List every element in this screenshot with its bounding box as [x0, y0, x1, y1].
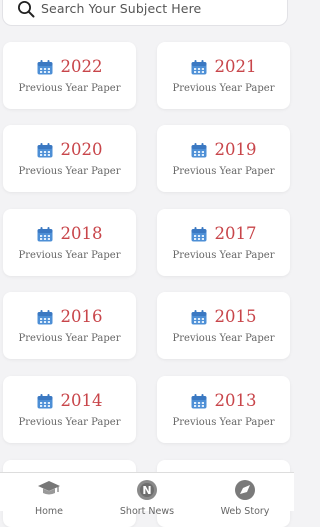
nav-home[interactable]: Home: [0, 473, 98, 517]
paper-card-2014[interactable]: 2014 Previous Year Paper: [3, 376, 136, 443]
card-year: 2019: [214, 140, 257, 159]
search-bar[interactable]: Search Your Subject Here: [2, 0, 288, 26]
bottom-nav: Home N Short News Web Story: [0, 472, 294, 517]
card-year: 2014: [60, 391, 103, 410]
nav-web-story[interactable]: Web Story: [196, 473, 294, 517]
nav-label-web-story: Web Story: [220, 506, 270, 517]
card-year: 2022: [60, 57, 103, 76]
calendar-icon: [191, 142, 206, 157]
nav-label-short-news: Short News: [119, 506, 175, 517]
card-subtitle: Previous Year Paper: [18, 417, 121, 428]
card-subtitle: Previous Year Paper: [172, 417, 275, 428]
card-subtitle: Previous Year Paper: [172, 166, 275, 177]
calendar-icon: [191, 309, 206, 324]
svg-text:N: N: [142, 484, 151, 497]
calendar-icon: [37, 59, 52, 74]
card-subtitle: Previous Year Paper: [18, 333, 121, 344]
card-subtitle: Previous Year Paper: [172, 333, 275, 344]
card-subtitle: Previous Year Paper: [18, 166, 121, 177]
news-icon: N: [137, 480, 157, 500]
paper-card-2015[interactable]: 2015 Previous Year Paper: [157, 292, 290, 359]
calendar-icon: [37, 142, 52, 157]
paper-card-2021[interactable]: 2021 Previous Year Paper: [157, 42, 290, 109]
paper-card-2013[interactable]: 2013 Previous Year Paper: [157, 376, 290, 443]
paper-card-2017[interactable]: 2017 Previous Year Paper: [157, 209, 290, 276]
calendar-icon: [37, 226, 52, 241]
card-year: 2020: [60, 140, 103, 159]
graduation-cap-icon: [38, 481, 60, 495]
papers-grid: 2022 Previous Year Paper 2021 Previous Y…: [0, 0, 294, 527]
paper-card-2022[interactable]: 2022 Previous Year Paper: [3, 42, 136, 109]
paper-card-2016[interactable]: 2016 Previous Year Paper: [3, 292, 136, 359]
search-placeholder: Search Your Subject Here: [41, 1, 202, 16]
calendar-icon: [191, 59, 206, 74]
card-year: 2016: [60, 307, 103, 326]
paper-card-2020[interactable]: 2020 Previous Year Paper: [3, 125, 136, 192]
calendar-icon: [37, 309, 52, 324]
nav-short-news[interactable]: N Short News: [98, 473, 196, 517]
card-subtitle: Previous Year Paper: [172, 250, 275, 261]
card-subtitle: Previous Year Paper: [18, 250, 121, 261]
paper-card-2019[interactable]: 2019 Previous Year Paper: [157, 125, 290, 192]
compass-icon: [235, 480, 255, 500]
card-year: 2013: [214, 391, 257, 410]
card-year: 2018: [60, 224, 103, 243]
paper-card-2018[interactable]: 2018 Previous Year Paper: [3, 209, 136, 276]
card-year: 2017: [214, 224, 257, 243]
card-subtitle: Previous Year Paper: [18, 83, 121, 94]
card-year: 2021: [214, 57, 257, 76]
calendar-icon: [37, 393, 52, 408]
search-icon: [18, 1, 35, 18]
card-year: 2015: [214, 307, 257, 326]
calendar-icon: [191, 226, 206, 241]
nav-label-home: Home: [34, 506, 64, 517]
calendar-icon: [191, 393, 206, 408]
card-subtitle: Previous Year Paper: [172, 83, 275, 94]
